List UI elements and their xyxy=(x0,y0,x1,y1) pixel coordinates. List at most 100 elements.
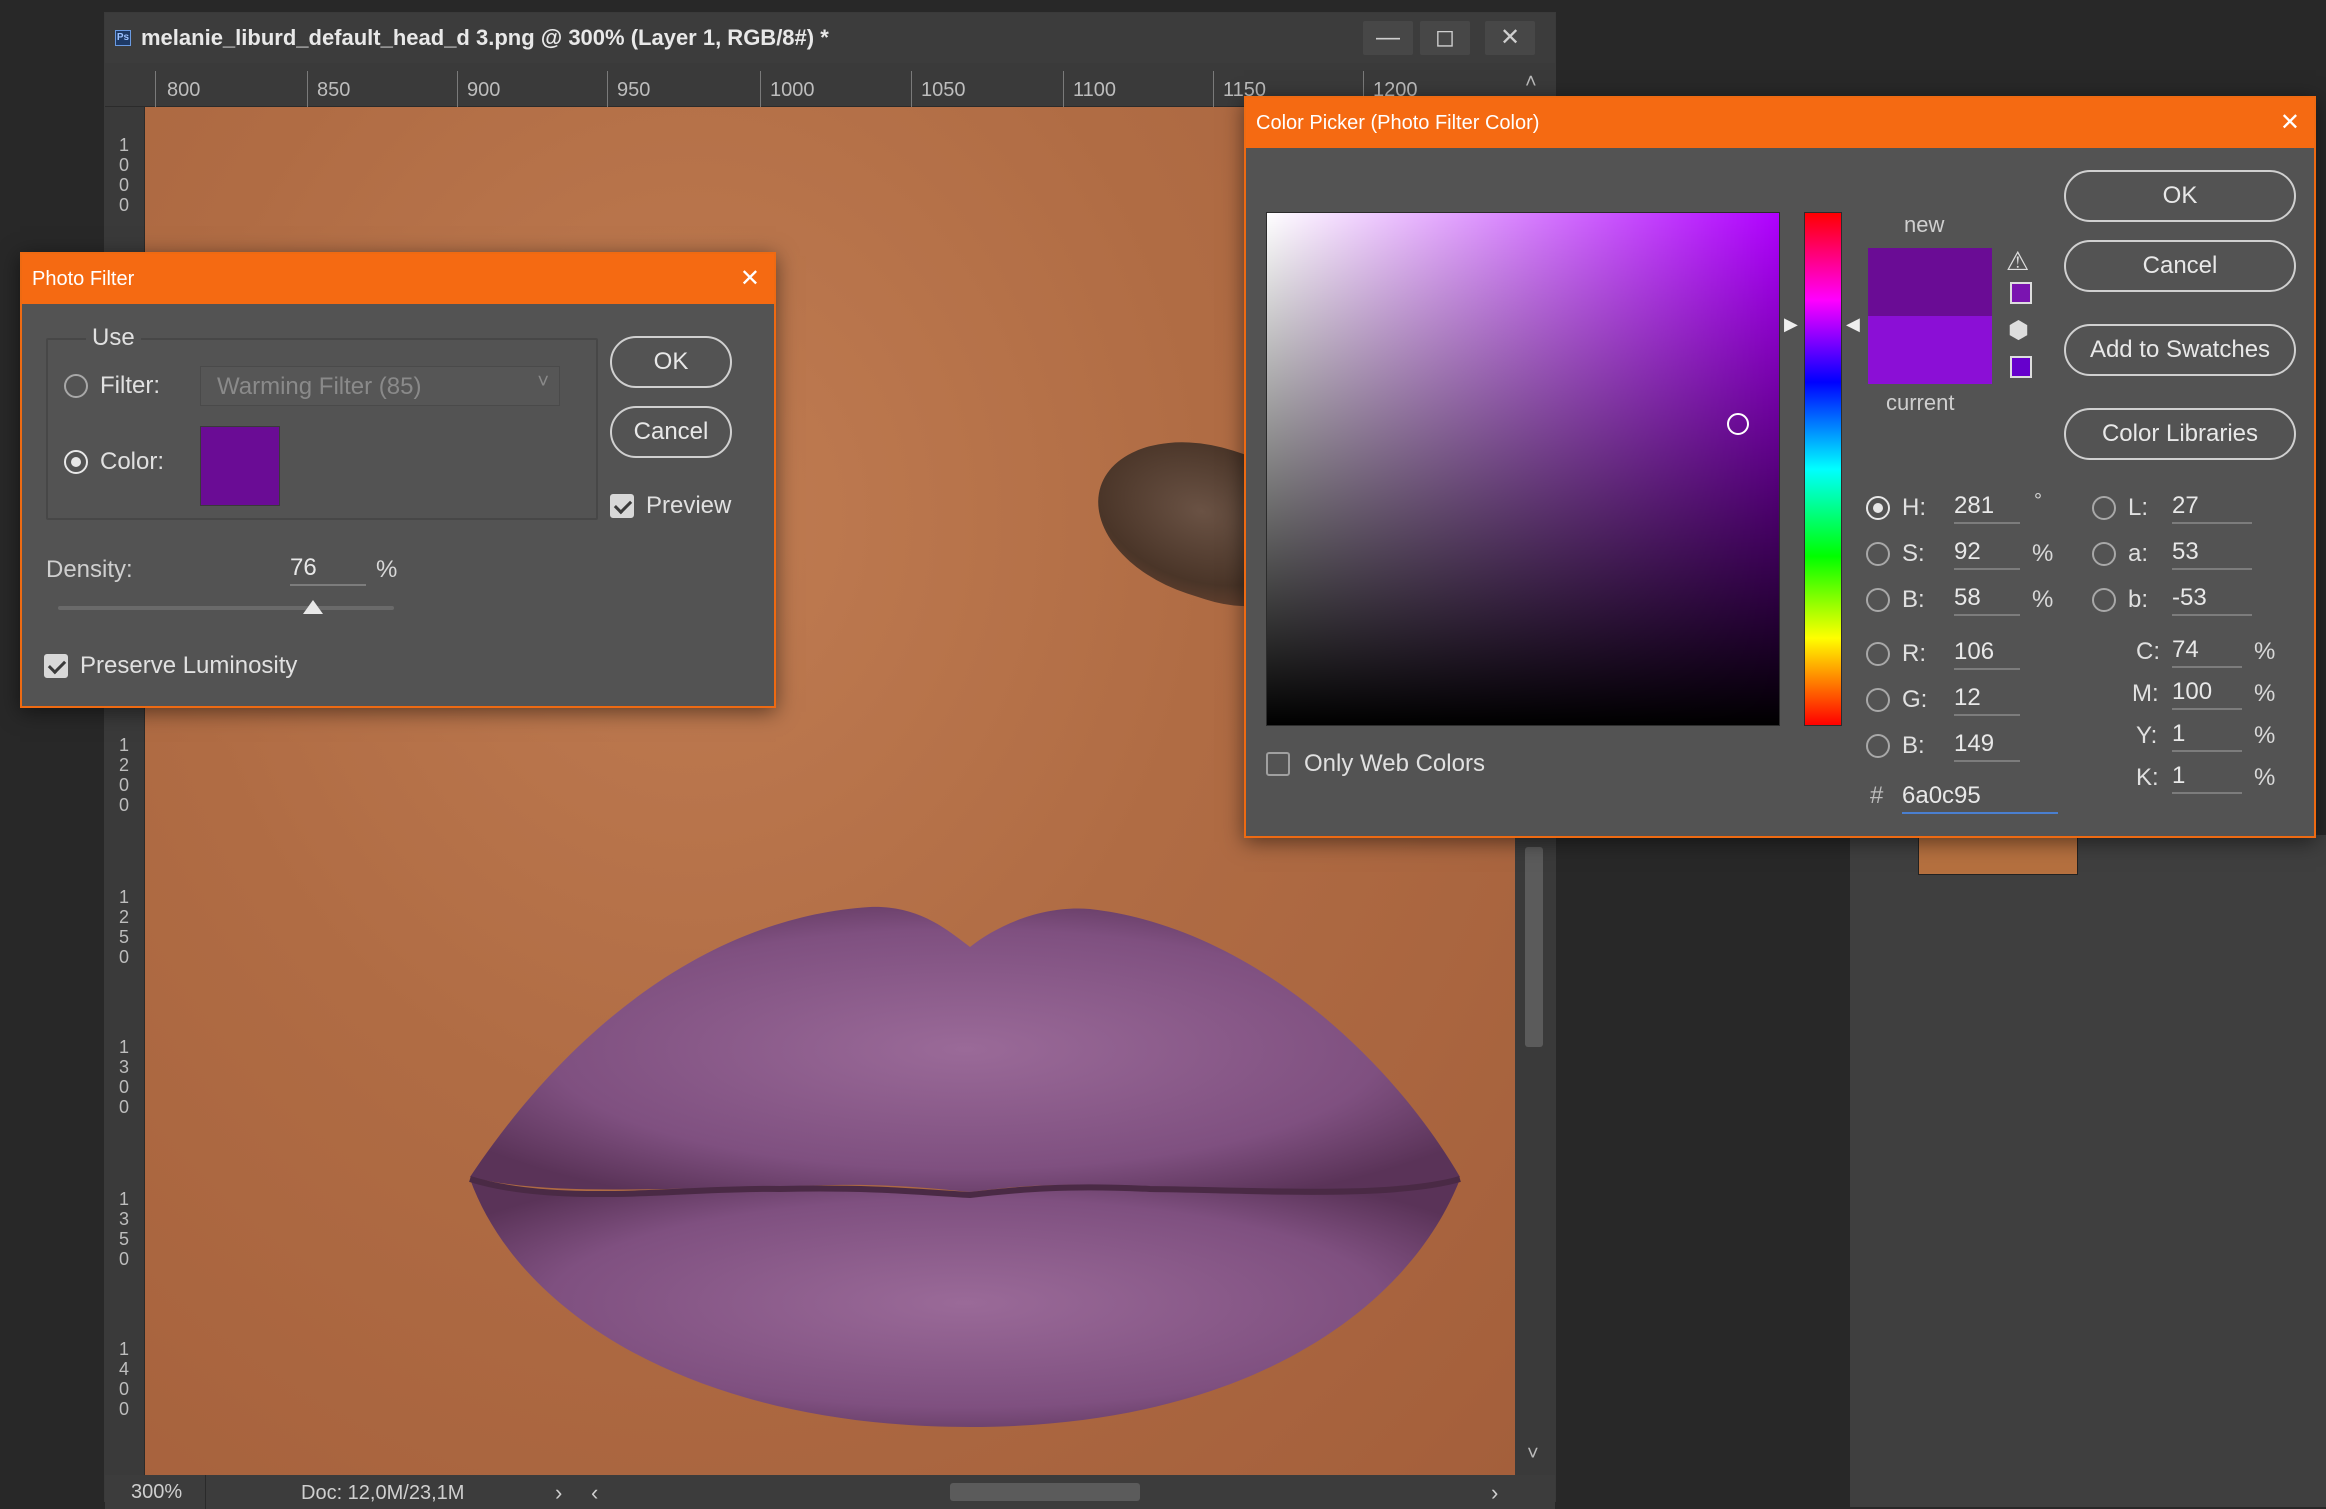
web-safe-cube-icon[interactable]: ⬢ xyxy=(2008,316,2029,345)
add-to-swatches-button[interactable]: Add to Swatches xyxy=(2064,324,2296,376)
filter-dropdown[interactable]: Warming Filter (85) ˅ xyxy=(200,366,560,406)
cyan-input[interactable]: 74 xyxy=(2172,636,2242,668)
preserve-luminosity-checkbox[interactable] xyxy=(44,654,68,678)
hsb-label: B: xyxy=(1902,586,1925,613)
hue-radio[interactable] xyxy=(1866,496,1890,520)
rgb-label: R: xyxy=(1902,640,1926,667)
scroll-right-icon[interactable]: › xyxy=(1491,1480,1498,1506)
vertical-scroll-thumb[interactable] xyxy=(1525,847,1543,1047)
filter-color-swatch[interactable] xyxy=(200,426,280,506)
filter-radio[interactable] xyxy=(64,374,88,398)
hue-input[interactable]: 281 xyxy=(1954,492,2020,524)
scroll-down-icon[interactable]: ˅ xyxy=(1527,1443,1539,1466)
saturation-brightness-field[interactable] xyxy=(1266,212,1780,726)
ruler-label: 1000 xyxy=(118,135,129,215)
web-safe-color-swatch[interactable] xyxy=(2010,356,2032,378)
density-slider-thumb[interactable] xyxy=(303,600,324,614)
close-icon[interactable]: ✕ xyxy=(740,254,760,304)
current-color-swatch[interactable] xyxy=(1868,316,1992,384)
chevron-down-icon: ˅ xyxy=(537,371,549,393)
lab-l-radio[interactable] xyxy=(2092,496,2116,520)
layers-panel xyxy=(1850,835,2326,1507)
ruler-label: 950 xyxy=(617,79,651,101)
status-bar: 300% Doc: 12,0M/23,1M › ‹ › xyxy=(105,1475,1555,1509)
red-input[interactable]: 106 xyxy=(1954,638,2020,670)
lab-label: a: xyxy=(2128,540,2149,567)
color-radio[interactable] xyxy=(64,450,88,474)
ok-button[interactable]: OK xyxy=(610,336,732,388)
photoshop-doc-icon: Ps xyxy=(115,30,131,46)
lab-a-input[interactable]: 53 xyxy=(2172,538,2252,570)
cancel-button[interactable]: Cancel xyxy=(2064,240,2296,292)
saturation-radio[interactable] xyxy=(1866,542,1890,566)
red-radio[interactable] xyxy=(1866,642,1890,666)
cancel-button[interactable]: Cancel xyxy=(610,406,732,458)
new-color-label: new xyxy=(1904,212,1945,237)
ok-button[interactable]: OK xyxy=(2064,170,2296,222)
hue-slider-left-arrow-icon[interactable]: ▶ xyxy=(1784,314,1798,335)
photo-filter-dialog: Photo Filter ✕ Use Filter: Warming Filte… xyxy=(20,252,776,708)
status-menu-chevron-icon[interactable]: › xyxy=(555,1480,562,1506)
lab-b-radio[interactable] xyxy=(2092,588,2116,612)
color-selector-ring-icon[interactable] xyxy=(1727,413,1749,435)
percent-unit: % xyxy=(2032,540,2054,567)
new-color-swatch xyxy=(1868,248,1992,316)
hsb-label: H: xyxy=(1902,494,1926,521)
zoom-level[interactable]: 300% xyxy=(131,1481,182,1504)
hsb-label: S: xyxy=(1902,540,1925,567)
black-input[interactable]: 1 xyxy=(2172,762,2242,794)
cmyk-label: M: xyxy=(2132,680,2159,707)
scroll-left-icon[interactable]: ‹ xyxy=(591,1480,598,1506)
ruler-label: 800 xyxy=(167,79,201,101)
horizontal-scroll-thumb[interactable] xyxy=(950,1483,1140,1501)
layer-thumbnail[interactable] xyxy=(1918,835,2078,875)
gamut-color-swatch[interactable] xyxy=(2010,282,2032,304)
ruler-label: 1350 xyxy=(118,1189,129,1269)
rgb-label: G: xyxy=(1902,686,1928,713)
ruler-label: 1200 xyxy=(118,735,129,815)
saturation-input[interactable]: 92 xyxy=(1954,538,2020,570)
ruler-label: 1250 xyxy=(118,887,129,967)
percent-unit: % xyxy=(2032,586,2054,613)
green-input[interactable]: 12 xyxy=(1954,684,2020,716)
blue-input[interactable]: 149 xyxy=(1954,730,2020,762)
yellow-input[interactable]: 1 xyxy=(2172,720,2242,752)
scroll-up-icon[interactable]: ˄ xyxy=(1525,71,1537,94)
minimize-button[interactable]: — xyxy=(1363,21,1413,55)
percent-unit: % xyxy=(2254,638,2276,665)
lab-b-input[interactable]: -53 xyxy=(2172,584,2252,616)
out-of-gamut-warning-icon[interactable]: ⚠ xyxy=(2006,246,2029,277)
ruler-label: 1100 xyxy=(1073,79,1117,101)
lab-label: L: xyxy=(2128,494,2149,521)
magenta-input[interactable]: 100 xyxy=(2172,678,2242,710)
lips-in-image xyxy=(469,906,1461,1427)
color-libraries-button[interactable]: Color Libraries xyxy=(2064,408,2296,460)
green-radio[interactable] xyxy=(1866,688,1890,712)
only-web-colors-label: Only Web Colors xyxy=(1304,750,1485,777)
document-titlebar: Ps melanie_liburd_default_head_d 3.png @… xyxy=(105,13,1555,63)
maximize-button[interactable]: ◻ xyxy=(1420,21,1470,55)
preview-checkbox[interactable] xyxy=(610,494,634,518)
hue-slider[interactable] xyxy=(1804,212,1842,726)
brightness-input[interactable]: 58 xyxy=(1954,584,2020,616)
blue-radio[interactable] xyxy=(1866,734,1890,758)
close-icon[interactable]: ✕ xyxy=(2280,98,2300,148)
lab-label: b: xyxy=(2128,586,2149,613)
percent-unit: % xyxy=(2254,764,2276,791)
density-slider-track[interactable] xyxy=(58,600,394,614)
document-title: melanie_liburd_default_head_d 3.png @ 30… xyxy=(141,25,829,50)
hex-input[interactable]: 6a0c95 xyxy=(1902,782,2058,814)
density-input[interactable]: 76 xyxy=(290,554,366,586)
ruler-label: 1000 xyxy=(770,79,815,101)
dialog-title: Photo Filter xyxy=(32,268,135,290)
ruler-label: 900 xyxy=(467,79,501,101)
density-label: Density: xyxy=(46,556,133,583)
filter-dropdown-value: Warming Filter (85) xyxy=(217,373,422,400)
lab-l-input[interactable]: 27 xyxy=(2172,492,2252,524)
preview-label: Preview xyxy=(646,492,732,519)
lab-a-radio[interactable] xyxy=(2092,542,2116,566)
close-window-button[interactable]: ✕ xyxy=(1485,21,1535,55)
only-web-colors-checkbox[interactable] xyxy=(1266,752,1290,776)
hue-slider-right-arrow-icon[interactable]: ◀ xyxy=(1846,314,1860,335)
brightness-radio[interactable] xyxy=(1866,588,1890,612)
